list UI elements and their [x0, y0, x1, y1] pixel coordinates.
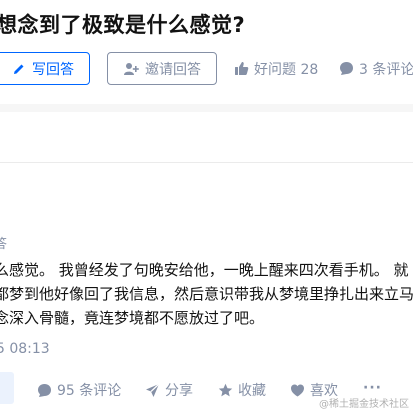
comment-bubble-icon — [37, 383, 52, 398]
watermark: @稀土掘金技术社区 — [319, 399, 409, 410]
good-question-button[interactable]: 好问题 28 — [234, 52, 318, 85]
star-icon — [218, 383, 233, 398]
answer-content: 么感觉。 我曾经发了句晚安给他，一晚上醒来四次看手机。 就 都梦到他好像回了我信… — [0, 258, 413, 330]
upvote-button[interactable] — [0, 372, 14, 404]
favorite-label: 收藏 — [238, 383, 266, 399]
more-options-button[interactable]: ··· — [363, 380, 382, 396]
pencil-icon — [12, 62, 26, 76]
invite-answer-button[interactable]: 邀请回答 — [107, 52, 217, 85]
answer-line: 念深入骨髓，竟连梦境都不愿放过了吧。 — [0, 309, 265, 327]
favorite-button[interactable]: 收藏 — [218, 380, 266, 400]
more-label: ··· — [363, 380, 382, 396]
thumbs-up-icon — [234, 61, 249, 76]
answer-card: 答 么感觉。 我曾经发了句晚安给他，一晚上醒来四次看手机。 就 都梦到他好像回了… — [0, 112, 413, 413]
share-button[interactable]: 分享 — [145, 380, 193, 400]
divider — [0, 162, 413, 163]
share-icon — [145, 383, 160, 398]
question-title: 想念到了极致是什么感觉? — [0, 13, 246, 37]
invite-answer-label: 邀请回答 — [145, 61, 201, 78]
heart-icon — [290, 383, 305, 398]
answer-comments-button[interactable]: 95 条评论 — [37, 380, 121, 400]
answer-date: 5 08:13 — [0, 341, 50, 357]
write-answer-label: 写回答 — [32, 61, 74, 78]
share-label: 分享 — [165, 383, 193, 399]
answer-line: 都梦到他好像回了我信息，然后意识带我从梦境里挣扎出来立马 — [0, 285, 413, 303]
comment-bubble-icon — [339, 61, 354, 76]
write-answer-button[interactable]: 写回答 — [0, 52, 90, 85]
add-user-icon — [123, 62, 139, 76]
author-info: 答 — [0, 237, 8, 252]
question-header: 想念到了极致是什么感觉? 写回答 邀请回答 好问题 28 3 条评论 — [0, 0, 413, 104]
answer-line: 么感觉。 我曾经发了句晚安给他，一晚上醒来四次看手机。 就 — [0, 261, 409, 279]
question-comments-button[interactable]: 3 条评论 — [339, 52, 413, 85]
answer-comments-label: 95 条评论 — [57, 383, 122, 399]
question-comments-label: 3 条评论 — [359, 61, 413, 78]
good-question-label: 好问题 28 — [254, 61, 319, 78]
